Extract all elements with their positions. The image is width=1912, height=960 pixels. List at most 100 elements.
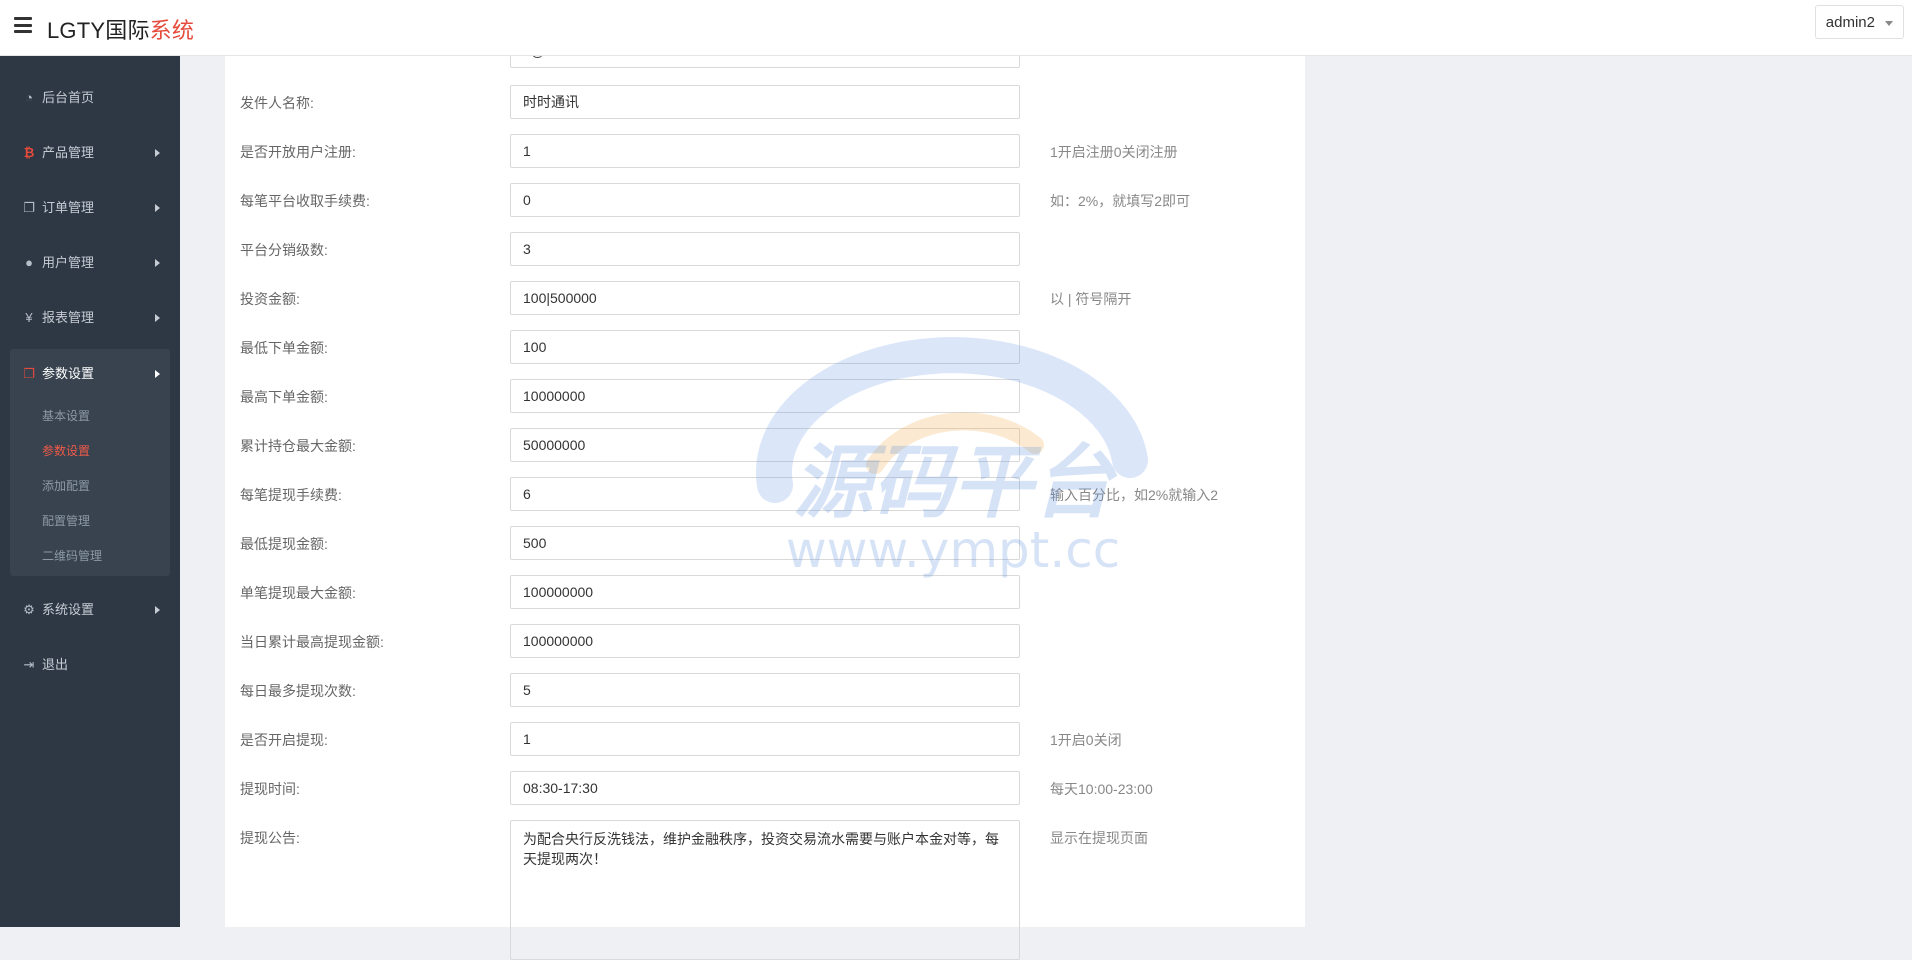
form-row: 是否开放用户注册: 1 1开启注册0关闭注册 xyxy=(225,134,1305,168)
form-row: 平台分销级数: 3 xyxy=(225,232,1305,266)
caret-down-icon xyxy=(1885,21,1893,26)
form-label: 累计持仓最大金额: xyxy=(240,438,356,454)
form-label: 每笔平台收取手续费: xyxy=(240,193,370,209)
sidebar-item-products[interactable]: ₿ 产品管理 xyxy=(0,125,180,180)
form-label: 当日累计最高提现金额: xyxy=(240,634,384,650)
copy-icon: ❐ xyxy=(23,366,35,381)
sidebar-item-label: 产品管理 xyxy=(42,145,95,160)
copy-icon: ❐ xyxy=(23,200,35,215)
sidebar-group-params: ❐ 参数设置 基本设置 参数设置 添加配置 配置管理 二维码管理 xyxy=(10,349,170,576)
form-input[interactable]: 6 xyxy=(510,477,1020,511)
form-input[interactable]: 100|500000 xyxy=(510,281,1020,315)
form-input[interactable]: 50000000 xyxy=(510,428,1020,462)
form-input[interactable]: 1 xyxy=(510,134,1020,168)
form-row: 最低下单金额: 100 xyxy=(225,330,1305,364)
chevron-right-icon xyxy=(155,314,160,322)
sidebar-subitem-qrcode[interactable]: 二维码管理 xyxy=(10,539,170,574)
form-label: 每日最多提现次数: xyxy=(240,683,356,699)
brand-main: LGTY国际 xyxy=(47,18,150,43)
form-hint: 以 | 符号隔开 xyxy=(1050,291,1132,307)
form-hint: 如：2%，就填写2即可 xyxy=(1050,193,1191,209)
sidebar-item-logout[interactable]: ⇥ 退出 xyxy=(0,637,180,692)
form-input[interactable]: 100000000 xyxy=(510,575,1020,609)
form-row: 发件人名称: 时时通讯 xyxy=(225,85,1305,119)
sidebar-subitem-add-config[interactable]: 添加配置 xyxy=(10,469,170,504)
form-input[interactable]: 100 xyxy=(510,330,1020,364)
sidebar-item-reports[interactable]: ¥ 报表管理 xyxy=(0,290,180,345)
sidebar-subitem-params[interactable]: 参数设置 xyxy=(10,434,170,469)
form-hint: 显示在提现页面 xyxy=(1050,830,1148,846)
sidebar: ◔ 后台首页 ₿ 产品管理 ❐ 订单管理 ● 用户管理 ¥ 报表管理 ❐ 参数设置 基本设置… xyxy=(0,56,180,927)
sidebar-item-label: 报表管理 xyxy=(42,310,95,325)
user-icon: ● xyxy=(25,255,33,270)
form-label: 发件人名称: xyxy=(240,95,314,111)
form-input[interactable]: 08:30-17:30 xyxy=(510,771,1020,805)
sidebar-item-users[interactable]: ● 用户管理 xyxy=(0,235,180,290)
chevron-right-icon xyxy=(155,204,160,212)
sidebar-item-label: 后台首页 xyxy=(42,90,95,105)
sidebar-item-orders[interactable]: ❐ 订单管理 xyxy=(0,180,180,235)
form-label: 提现时间: xyxy=(240,781,300,797)
top-bar: LGTY国际系统 admin2 xyxy=(0,0,1912,56)
form-hint: 1开启注册0关闭注册 xyxy=(1050,144,1178,160)
dashboard-icon: ◔ xyxy=(25,90,33,105)
sidebar-subitem-config-manage[interactable]: 配置管理 xyxy=(10,504,170,539)
gears-icon: ⚙ xyxy=(23,602,35,617)
form-label: 最低提现金额: xyxy=(240,536,328,552)
form-hint: 输入百分比，如2%就输入2 xyxy=(1050,487,1219,503)
chevron-right-icon xyxy=(155,606,160,614)
sidebar-item-label: 系统设置 xyxy=(42,602,95,617)
user-menu-button[interactable]: admin2 xyxy=(1814,5,1904,39)
form-label: 投资金额: xyxy=(240,291,300,307)
form-row: 每日最多提现次数: 5 xyxy=(225,673,1305,707)
form-row: 当日累计最高提现金额: 100000000 xyxy=(225,624,1305,658)
form-row: 最低提现金额: 500 xyxy=(225,526,1305,560)
form-label: 是否开启提现: xyxy=(240,732,328,748)
chevron-right-icon xyxy=(155,370,160,378)
form-input[interactable]: 500 xyxy=(510,526,1020,560)
brand-accent: 系统 xyxy=(149,18,195,43)
chevron-right-icon xyxy=(155,149,160,157)
sidebar-subitem-basic[interactable]: 基本设置 xyxy=(10,399,170,434)
settings-form-panel: 0@126.com 发件人名称:时时通讯是否开放用户注册:11开启注册0关闭注册… xyxy=(225,34,1305,960)
form-input[interactable]: 1 xyxy=(510,722,1020,756)
notice-textarea[interactable]: 为配合央行反洗钱法，维护金融秩序，投资交易流水需要与账户本金对等，每天提现两次！ xyxy=(510,820,1020,960)
sidebar-item-params[interactable]: ❐ 参数设置 xyxy=(10,349,170,399)
form-label: 平台分销级数: xyxy=(240,242,328,258)
form-hint: 每天10:00-23:00 xyxy=(1050,781,1153,797)
form-row: 每笔平台收取手续费: 0 如：2%，就填写2即可 xyxy=(225,183,1305,217)
form-row: 每笔提现手续费: 6 输入百分比，如2%就输入2 xyxy=(225,477,1305,511)
brand-title: LGTY国际系统 xyxy=(47,13,194,45)
sidebar-item-label: 参数设置 xyxy=(42,366,95,381)
sidebar-item-system[interactable]: ⚙ 系统设置 xyxy=(0,582,180,637)
chevron-right-icon xyxy=(155,259,160,267)
form-input[interactable]: 3 xyxy=(510,232,1020,266)
form-row: 是否开启提现: 1 1开启0关闭 xyxy=(225,722,1305,756)
user-name: admin2 xyxy=(1825,14,1875,31)
form-label: 是否开放用户注册: xyxy=(240,144,356,160)
form-label: 最低下单金额: xyxy=(240,340,328,356)
form-label: 最高下单金额: xyxy=(240,389,328,405)
sidebar-item-label: 用户管理 xyxy=(42,255,95,270)
form-input[interactable]: 0 xyxy=(510,183,1020,217)
form-row: 投资金额: 100|500000 以 | 符号隔开 xyxy=(225,281,1305,315)
form-label: 每笔提现手续费: xyxy=(240,487,342,503)
form-row: 单笔提现最大金额: 100000000 xyxy=(225,575,1305,609)
form-input[interactable]: 10000000 xyxy=(510,379,1020,413)
sign-out-icon: ⇥ xyxy=(23,657,35,672)
menu-toggle-icon[interactable] xyxy=(14,17,32,33)
sidebar-item-home[interactable]: ◔ 后台首页 xyxy=(0,70,180,125)
form-input[interactable]: 100000000 xyxy=(510,624,1020,658)
bitcoin-icon: ₿ xyxy=(23,145,35,160)
form-row: 累计持仓最大金额: 50000000 xyxy=(225,428,1305,462)
sidebar-item-label: 退出 xyxy=(42,657,69,672)
form-label: 提现公告: xyxy=(240,830,300,846)
sidebar-item-label: 订单管理 xyxy=(42,200,95,215)
form-input[interactable]: 5 xyxy=(510,673,1020,707)
form-hint: 1开启0关闭 xyxy=(1050,732,1122,748)
form-input[interactable]: 时时通讯 xyxy=(510,85,1020,119)
yen-icon: ¥ xyxy=(25,310,33,325)
form-label: 单笔提现最大金额: xyxy=(240,585,356,601)
form-row: 最高下单金额: 10000000 xyxy=(225,379,1305,413)
form-row: 提现时间: 08:30-17:30 每天10:00-23:00 xyxy=(225,771,1305,805)
